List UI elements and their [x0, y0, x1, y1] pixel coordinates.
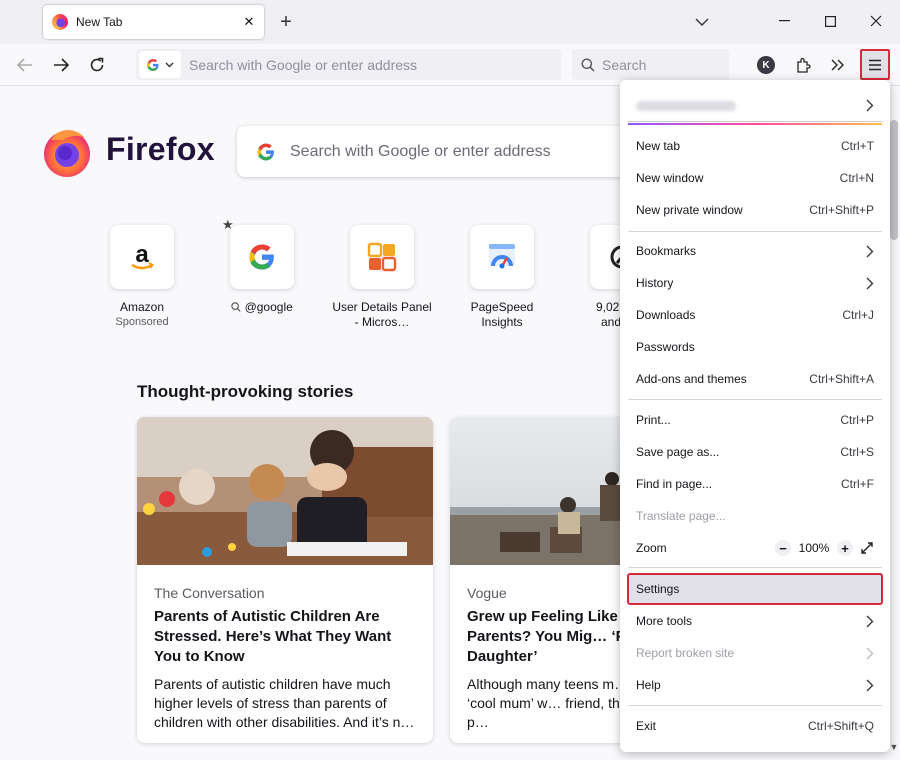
- shortcut-label: Amazon: [119, 300, 165, 314]
- reload-button[interactable]: [82, 50, 112, 80]
- forward-icon: [54, 58, 69, 72]
- account-menu-item[interactable]: [628, 90, 882, 122]
- chevron-right-icon: [866, 277, 874, 289]
- search-icon: [231, 302, 241, 312]
- shortcut-label-text: @google: [244, 300, 293, 314]
- story-card[interactable]: The Conversation Parents of Autistic Chi…: [137, 417, 433, 743]
- menu-separator: [628, 231, 882, 232]
- menu-separator: [628, 567, 882, 568]
- menu-report-broken-site: Report broken site: [628, 639, 882, 667]
- chevron-right-icon: [866, 647, 874, 659]
- overflow-menu-button[interactable]: [823, 50, 853, 80]
- zoom-in-button[interactable]: +: [837, 540, 853, 556]
- sponsored-label: Sponsored: [115, 316, 169, 328]
- hero-search-input[interactable]: Search with Google or enter address: [290, 143, 551, 161]
- account-email-blurred: [636, 100, 736, 111]
- address-input[interactable]: Search with Google or enter address: [189, 57, 417, 73]
- menu-passwords[interactable]: Passwords: [628, 333, 882, 361]
- menu-print[interactable]: Print... Ctrl+P: [628, 406, 882, 434]
- shortcut-tile[interactable]: ★ @google: [212, 217, 312, 315]
- extensions-icon: [797, 57, 811, 73]
- google-icon: [249, 244, 275, 270]
- shortcut-tile[interactable]: User Details Panel - Micros…: [332, 225, 432, 330]
- chevron-down-icon: [165, 62, 174, 67]
- search-icon: [581, 58, 595, 72]
- chevron-right-icon: [866, 615, 874, 627]
- menu-save-page[interactable]: Save page as... Ctrl+S: [628, 438, 882, 466]
- new-tab-button[interactable]: +: [272, 8, 300, 36]
- menu-exit[interactable]: Exit Ctrl+Shift+Q: [628, 712, 882, 740]
- tab-new-tab[interactable]: New Tab ✕: [43, 5, 264, 39]
- menu-history[interactable]: History: [628, 269, 882, 297]
- application-menu: New tab Ctrl+T New window Ctrl+N New priva…: [620, 80, 890, 752]
- page-scrollbar[interactable]: [890, 120, 898, 240]
- menu-help[interactable]: Help: [628, 671, 882, 699]
- shortcut-label: User Details Panel - Micros…: [332, 300, 432, 329]
- address-bar[interactable]: Search with Google or enter address: [136, 49, 561, 80]
- google-icon: [257, 143, 275, 160]
- tab-list-chevron-icon[interactable]: [688, 8, 716, 36]
- minimize-button[interactable]: [761, 4, 807, 38]
- story-excerpt: Parents of autistic children have much h…: [154, 676, 415, 730]
- chevron-right-icon: [866, 99, 874, 112]
- window-close-button[interactable]: [853, 4, 899, 38]
- story-source: The Conversation: [154, 585, 265, 601]
- chevron-right-icon: [866, 679, 874, 691]
- brand-wordmark: Firefox: [106, 131, 215, 167]
- menu-separator: [628, 399, 882, 400]
- back-button[interactable]: [10, 50, 40, 80]
- menu-new-private-window[interactable]: New private window Ctrl+Shift+P: [628, 196, 882, 224]
- menu-more-tools[interactable]: More tools: [628, 607, 882, 635]
- menu-separator: [628, 705, 882, 706]
- menu-new-window[interactable]: New window Ctrl+N: [628, 164, 882, 192]
- zoom-out-button[interactable]: −: [775, 540, 791, 556]
- menu-translate-page: Translate page...: [636, 509, 726, 523]
- tab-close-icon[interactable]: ✕: [237, 10, 261, 34]
- stories-heading: Thought-provoking stories: [137, 382, 354, 401]
- search-bar[interactable]: Search: [572, 49, 729, 80]
- search-engine-button[interactable]: [139, 51, 181, 78]
- pagespeed-icon: [489, 244, 515, 269]
- menu-zoom: Zoom − 100% +: [628, 534, 882, 562]
- menu-addons-themes[interactable]: Add-ons and themes Ctrl+Shift+A: [628, 365, 882, 393]
- firefox-logo-icon: [44, 129, 90, 177]
- menu-downloads[interactable]: Downloads Ctrl+J: [628, 301, 882, 329]
- shortcut-tile[interactable]: a Amazon Sponsored: [92, 225, 192, 330]
- reload-icon: [90, 57, 104, 72]
- fullscreen-icon[interactable]: [860, 541, 874, 555]
- menu-bookmarks[interactable]: Bookmarks: [628, 237, 882, 265]
- story-image: [137, 417, 433, 565]
- menu-settings[interactable]: Settings: [627, 573, 883, 605]
- menu-find-in-page[interactable]: Find in page... Ctrl+F: [628, 470, 882, 498]
- tab-title: New Tab: [76, 15, 123, 29]
- open-application-menu-button[interactable]: [860, 49, 890, 80]
- forward-button[interactable]: [46, 50, 76, 80]
- shortcut-label: PageSpeed Insights: [470, 300, 534, 329]
- svg-text:a: a: [135, 241, 149, 268]
- shortcut-label: @google: [212, 300, 312, 315]
- hamburger-menu-icon: [869, 59, 881, 70]
- overflow-icon: [831, 59, 844, 71]
- firefox-icon: [52, 14, 68, 30]
- chevron-right-icon: [866, 245, 874, 257]
- office-icon: [367, 242, 397, 272]
- maximize-button[interactable]: [807, 4, 853, 38]
- menu-new-tab[interactable]: New tab Ctrl+T: [628, 132, 882, 160]
- account-avatar[interactable]: K: [757, 56, 775, 74]
- account-gradient-line: [628, 123, 882, 125]
- story-title: Parents of Autistic Children Are Stresse…: [154, 608, 392, 665]
- google-icon: [147, 58, 159, 71]
- pin-icon: ★: [222, 217, 234, 232]
- search-input[interactable]: Search: [602, 57, 646, 73]
- hero-search-box[interactable]: Search with Google or enter address: [237, 126, 657, 177]
- back-icon: [17, 58, 32, 72]
- zoom-level[interactable]: 100%: [798, 541, 830, 555]
- amazon-icon: a: [131, 241, 155, 270]
- extensions-button[interactable]: [788, 50, 818, 80]
- shortcut-tile[interactable]: PageSpeed Insights: [452, 225, 552, 330]
- tab-strip: New Tab ✕ +: [0, 0, 900, 44]
